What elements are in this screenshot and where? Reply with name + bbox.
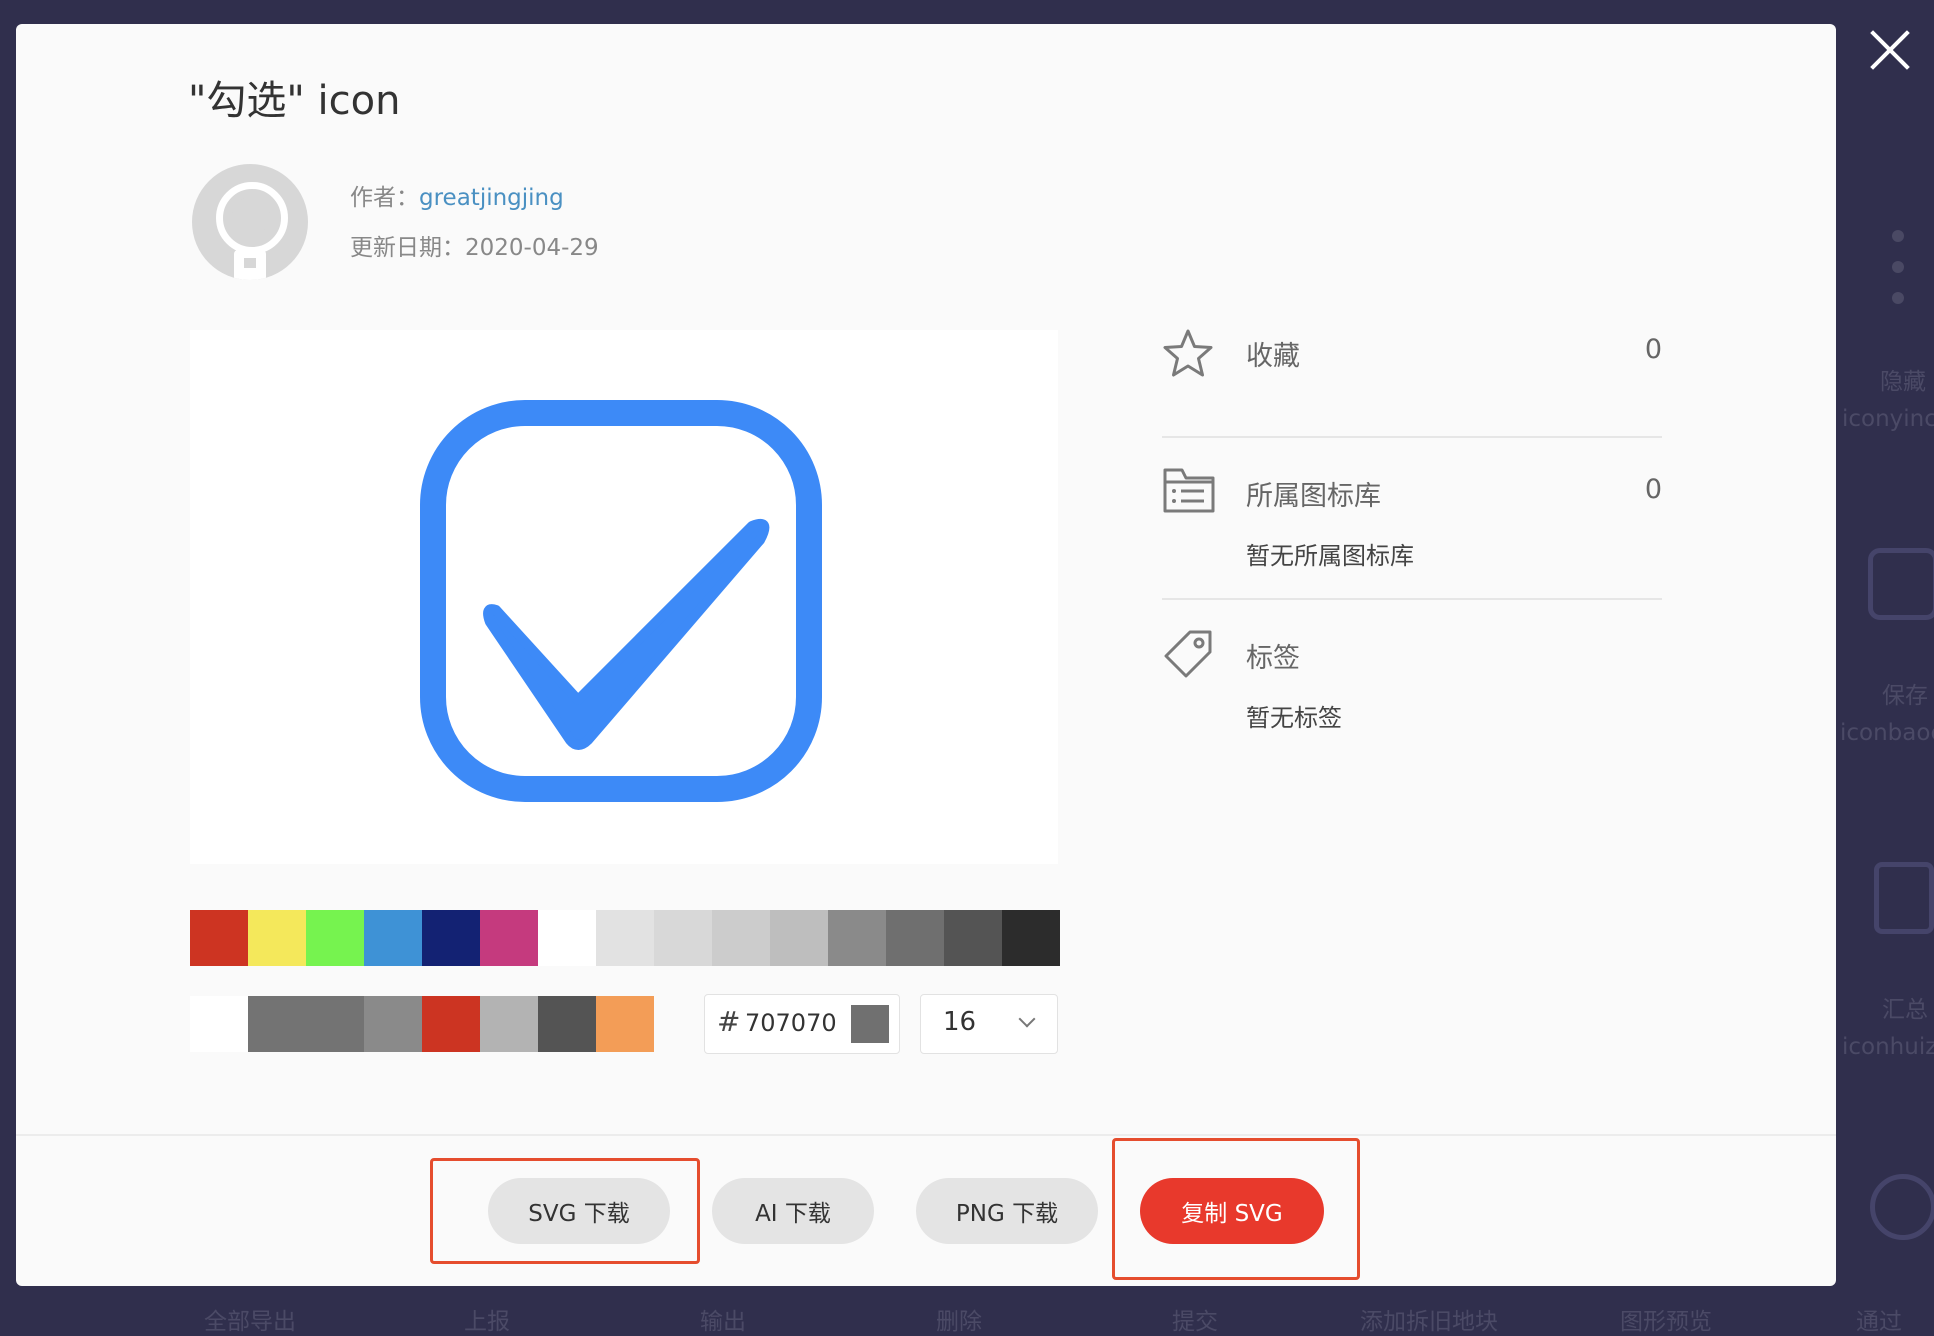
- color-swatch[interactable]: [1002, 910, 1060, 966]
- update-date-value: 2020-04-29: [465, 235, 599, 261]
- tags-row: 标签 暂无标签: [1162, 628, 1662, 748]
- color-swatch[interactable]: [306, 996, 364, 1052]
- avatar: [192, 164, 308, 280]
- bg-btn-report: 上报: [464, 1309, 510, 1335]
- bg-label-hide-code: iconyinca: [1842, 406, 1934, 432]
- color-swatch[interactable]: [422, 996, 480, 1052]
- svg-download-button[interactable]: SVG 下载: [488, 1178, 670, 1244]
- color-swatch[interactable]: [306, 910, 364, 966]
- color-swatch[interactable]: [712, 910, 770, 966]
- tag-icon: [1164, 630, 1212, 678]
- library-row: 所属图标库 0 暂无所属图标库: [1162, 466, 1662, 586]
- color-preview-swatch: [851, 1005, 889, 1043]
- folder-list-icon: [1163, 468, 1215, 513]
- color-swatch[interactable]: [190, 996, 248, 1052]
- divider: [1162, 598, 1662, 600]
- library-count: 0: [1644, 474, 1662, 505]
- background-sidebar: [1836, 0, 1934, 1336]
- color-palette-recent: [190, 996, 654, 1052]
- icon-detail-dialog: "勾选" icon 作者：greatjingjing 更新日期：2020-04-…: [16, 24, 1836, 1286]
- author-line: 作者：greatjingjing: [350, 178, 564, 212]
- icon-preview: [190, 330, 1058, 864]
- color-swatch[interactable]: [364, 996, 422, 1052]
- bg-btn-delete: 删除: [936, 1309, 982, 1335]
- author-label: 作者：: [350, 185, 419, 211]
- library-label: 所属图标库: [1246, 481, 1381, 512]
- color-swatch[interactable]: [190, 910, 248, 966]
- color-swatch[interactable]: [248, 996, 306, 1052]
- hash-symbol: #: [717, 1005, 741, 1038]
- bg-btn-preview: 图形预览: [1620, 1309, 1712, 1335]
- tags-empty-text: 暂无标签: [1246, 704, 1342, 732]
- ai-download-button[interactable]: AI 下载: [712, 1178, 874, 1244]
- color-swatch[interactable]: [538, 996, 596, 1052]
- color-swatch[interactable]: [654, 910, 712, 966]
- color-hex-input[interactable]: # 707070: [704, 994, 900, 1054]
- copy-svg-button[interactable]: 复制 SVG: [1140, 1178, 1324, 1244]
- color-swatch[interactable]: [480, 910, 538, 966]
- background-toolbar: 全部导出 上报 输出 删除 提交 添加拆旧地块 图形预览 通过: [0, 1300, 1934, 1336]
- bg-label-hide: 隐藏: [1880, 369, 1926, 395]
- color-swatch[interactable]: [248, 910, 306, 966]
- author-link[interactable]: greatjingjing: [419, 185, 564, 211]
- bg-btn-add-plot: 添加拆旧地块: [1360, 1309, 1498, 1335]
- size-value: 16: [943, 1007, 977, 1037]
- star-icon[interactable]: [1162, 328, 1214, 380]
- bg-label-summary-code: iconhuizo: [1842, 1034, 1934, 1060]
- png-download-button[interactable]: PNG 下载: [916, 1178, 1098, 1244]
- color-swatch[interactable]: [364, 910, 422, 966]
- summary-icon: [1874, 862, 1934, 934]
- bg-btn-approve: 通过: [1856, 1309, 1902, 1335]
- color-swatch[interactable]: [944, 910, 1002, 966]
- bg-label-save: 保存: [1882, 683, 1928, 709]
- favorite-count: 0: [1644, 334, 1662, 365]
- footer-divider: [16, 1134, 1836, 1136]
- color-swatch[interactable]: [538, 910, 596, 966]
- color-swatch[interactable]: [480, 996, 538, 1052]
- update-date-line: 更新日期：2020-04-29: [350, 228, 599, 262]
- bg-label-summary: 汇总: [1882, 997, 1928, 1023]
- bg-btn-output: 输出: [700, 1309, 746, 1335]
- color-swatch[interactable]: [828, 910, 886, 966]
- checkbox-checked-icon: [420, 400, 822, 802]
- library-empty-text: 暂无所属图标库: [1246, 542, 1414, 570]
- color-swatch[interactable]: [770, 910, 828, 966]
- size-select[interactable]: 16: [920, 994, 1058, 1054]
- save-icon: [1868, 548, 1934, 620]
- more-icon: [1892, 230, 1906, 323]
- tags-label: 标签: [1246, 643, 1300, 674]
- hex-value: 707070: [745, 1009, 837, 1037]
- color-swatch[interactable]: [596, 996, 654, 1052]
- update-date-label: 更新日期：: [350, 235, 465, 261]
- color-palette-primary: [190, 910, 1060, 966]
- close-icon[interactable]: [1868, 28, 1912, 72]
- favorite-label: 收藏: [1246, 341, 1300, 372]
- check-circle-icon: [1870, 1174, 1934, 1240]
- bg-label-save-code: iconbaoc: [1840, 720, 1934, 746]
- dialog-title: "勾选" icon: [188, 78, 401, 124]
- color-swatch[interactable]: [422, 910, 480, 966]
- bg-btn-submit: 提交: [1172, 1309, 1218, 1335]
- color-swatch[interactable]: [596, 910, 654, 966]
- chevron-down-icon: [1018, 1010, 1036, 1028]
- favorite-row[interactable]: 收藏 0: [1162, 324, 1662, 444]
- bg-btn-export-all: 全部导出: [204, 1309, 296, 1335]
- divider: [1162, 436, 1662, 438]
- color-swatch[interactable]: [886, 910, 944, 966]
